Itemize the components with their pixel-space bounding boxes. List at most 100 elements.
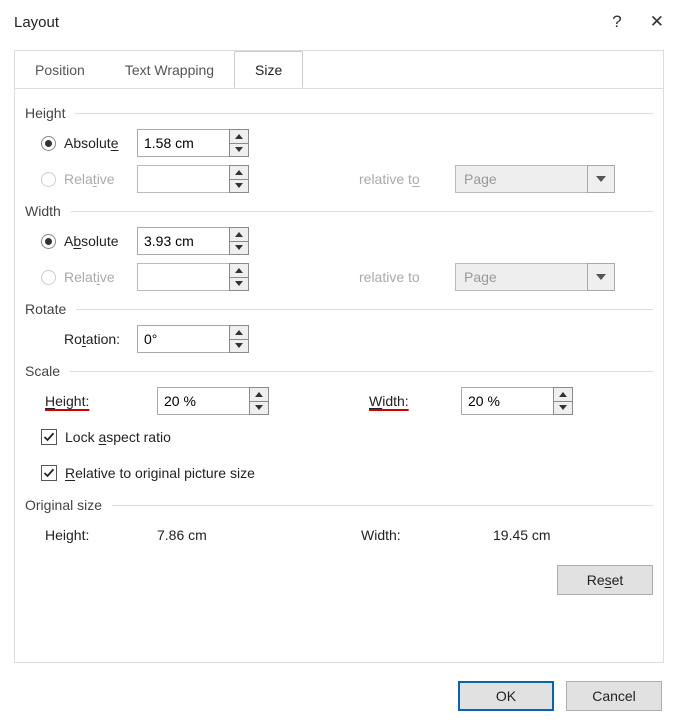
rotation-row: Rotation:	[25, 323, 653, 355]
height-absolute-option[interactable]: Absolute	[41, 135, 137, 151]
scale-height-spinner[interactable]	[157, 387, 269, 415]
spinner-down-icon	[230, 277, 248, 291]
divider	[70, 371, 653, 372]
dropdown-value: Page	[455, 263, 587, 291]
width-relative-spinner	[137, 263, 249, 291]
divider	[71, 211, 653, 212]
height-absolute-row: Absolute	[25, 127, 653, 159]
dialog-title: Layout	[14, 14, 59, 31]
original-height-value: 7.86 cm	[157, 527, 207, 543]
section-scale-label: Scale	[25, 363, 60, 379]
divider	[75, 113, 653, 114]
section-height-label: Height	[25, 105, 65, 121]
spinner-down-icon	[230, 179, 248, 193]
spinner-down-icon[interactable]	[554, 401, 572, 415]
spinner-down-icon[interactable]	[230, 143, 248, 157]
ok-button[interactable]: OK	[458, 681, 554, 711]
rotation-input[interactable]	[137, 325, 229, 353]
spinner-buttons[interactable]	[229, 325, 249, 353]
titlebar-actions: ? ✕	[612, 12, 664, 32]
height-relative-option[interactable]: Relative	[41, 171, 137, 187]
spinner-up-icon[interactable]	[230, 326, 248, 339]
scale-width-input[interactable]	[461, 387, 553, 415]
section-rotate-label: Rotate	[25, 301, 66, 317]
radio-icon	[41, 172, 56, 187]
dropdown-value: Page	[455, 165, 587, 193]
spinner-buttons[interactable]	[249, 387, 269, 415]
section-original-label: Original size	[25, 497, 102, 513]
section-width: Width	[25, 203, 653, 219]
width-relative-row: Relative relative to Page	[25, 261, 653, 293]
scale-height-label: Height:	[41, 393, 127, 409]
height-absolute-label: Absolute	[64, 135, 119, 151]
section-original-size: Original size	[25, 497, 653, 513]
spinner-buttons[interactable]	[229, 227, 249, 255]
chevron-down-icon	[587, 165, 615, 193]
spinner-buttons[interactable]	[229, 129, 249, 157]
radio-icon	[41, 234, 56, 249]
help-icon[interactable]: ?	[612, 12, 621, 32]
original-height-label: Height:	[41, 527, 127, 543]
tab-text-wrapping[interactable]: Text Wrapping	[105, 51, 234, 88]
width-absolute-spinner[interactable]	[137, 227, 249, 255]
spinner-down-icon[interactable]	[230, 241, 248, 255]
titlebar: Layout ? ✕	[0, 0, 678, 40]
cancel-button[interactable]: Cancel	[566, 681, 662, 711]
original-width-label: Width:	[361, 527, 453, 543]
height-absolute-input[interactable]	[137, 129, 229, 157]
tabstrip: Position Text Wrapping Size	[15, 51, 663, 89]
radio-icon	[41, 136, 56, 151]
width-relative-to-label: relative to	[359, 269, 455, 285]
width-relative-to-dropdown: Page	[455, 263, 615, 291]
chevron-down-icon	[587, 263, 615, 291]
radio-icon	[41, 270, 56, 285]
dialog-buttons: OK Cancel	[458, 681, 662, 711]
scale-width-label: Width:	[369, 393, 461, 409]
dialog-body: Position Text Wrapping Size Height Absol…	[14, 50, 664, 663]
checkbox-icon[interactable]	[41, 465, 57, 481]
spinner-up-icon	[230, 166, 248, 179]
relative-original-row[interactable]: Relative to original picture size	[25, 457, 653, 489]
section-scale: Scale	[25, 363, 653, 379]
spinner-up-icon[interactable]	[250, 388, 268, 401]
close-icon[interactable]: ✕	[650, 12, 664, 32]
divider	[76, 309, 653, 310]
width-absolute-row: Absolute	[25, 225, 653, 257]
spinner-up-icon[interactable]	[230, 228, 248, 241]
spinner-buttons	[229, 263, 249, 291]
tab-size[interactable]: Size	[234, 51, 303, 88]
width-absolute-option[interactable]: Absolute	[41, 233, 137, 249]
spinner-buttons	[229, 165, 249, 193]
width-absolute-input[interactable]	[137, 227, 229, 255]
spinner-buttons[interactable]	[553, 387, 573, 415]
width-relative-option[interactable]: Relative	[41, 269, 137, 285]
tab-pane-size: Height Absolute Relative	[15, 89, 663, 609]
original-width-value: 19.45 cm	[493, 527, 551, 543]
original-values-row: Height: 7.86 cm Width: 19.45 cm	[25, 519, 653, 551]
height-relative-spinner	[137, 165, 249, 193]
height-relative-label: Relative	[64, 171, 115, 187]
scale-hw-row: Height: Width:	[25, 385, 653, 417]
spinner-up-icon	[230, 264, 248, 277]
checkbox-icon[interactable]	[41, 429, 57, 445]
height-relative-to-dropdown: Page	[455, 165, 615, 193]
scale-height-input[interactable]	[157, 387, 249, 415]
width-relative-input	[137, 263, 229, 291]
tab-position[interactable]: Position	[15, 51, 105, 88]
reset-button[interactable]: Reset	[557, 565, 653, 595]
rotation-spinner[interactable]	[137, 325, 249, 353]
width-absolute-label: Absolute	[64, 233, 119, 249]
scale-width-spinner[interactable]	[461, 387, 573, 415]
width-relative-label: Relative	[64, 269, 115, 285]
lock-aspect-row[interactable]: Lock aspect ratio	[25, 421, 653, 453]
section-height: Height	[25, 105, 653, 121]
spinner-up-icon[interactable]	[554, 388, 572, 401]
lock-aspect-label: Lock aspect ratio	[65, 429, 171, 445]
spinner-up-icon[interactable]	[230, 130, 248, 143]
height-relative-input	[137, 165, 229, 193]
height-absolute-spinner[interactable]	[137, 129, 249, 157]
spinner-down-icon[interactable]	[250, 401, 268, 415]
spinner-down-icon[interactable]	[230, 339, 248, 353]
divider	[112, 505, 653, 506]
height-relative-row: Relative relative to Page	[25, 163, 653, 195]
